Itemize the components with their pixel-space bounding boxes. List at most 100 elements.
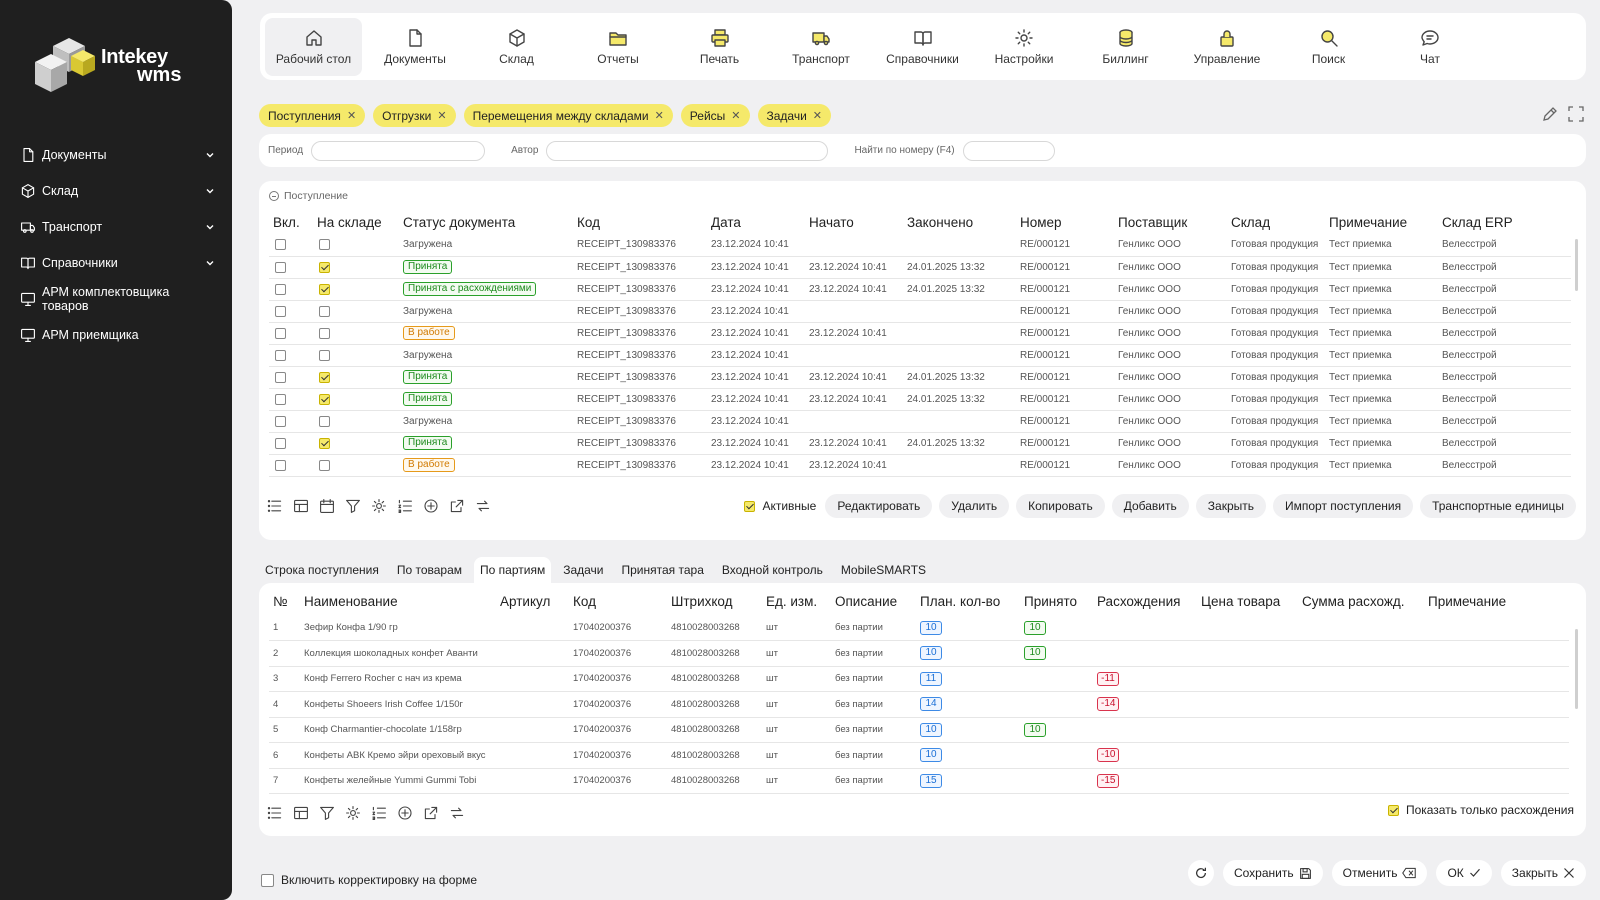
action-button-1[interactable]: Удалить <box>939 494 1010 518</box>
table-row[interactable]: Принята RECEIPT_130983376 23.12.2024 10:41… <box>269 256 1571 279</box>
chevron-down-icon[interactable] <box>204 149 216 161</box>
period-input[interactable] <box>311 140 486 161</box>
show-only-diff-checkbox[interactable] <box>1387 804 1399 816</box>
table-row[interactable]: В работе RECEIPT_130983376 23.12.2024 10:4… <box>269 322 1571 345</box>
on-stock-checkbox[interactable] <box>319 371 330 383</box>
refresh-button[interactable] <box>1187 860 1214 886</box>
table-row[interactable]: Принята RECEIPT_130983376 23.12.2024 10:41… <box>269 366 1571 389</box>
on-stock-checkbox[interactable] <box>319 261 330 273</box>
on-stock-checkbox[interactable] <box>319 327 330 339</box>
ok-button[interactable]: ОК <box>1436 860 1492 886</box>
include-checkbox[interactable] <box>275 305 286 317</box>
filter-chip[interactable]: Перемещения между складами ✕ <box>463 104 673 127</box>
sidebar-item-1[interactable]: Склад <box>20 173 216 209</box>
sidebar-item-5[interactable]: АРМ приемщика <box>20 317 216 353</box>
column-header[interactable]: Склад ERP <box>1438 210 1571 234</box>
table-row[interactable]: Загружена RECEIPT_130983376 23.12.2024 10:… <box>269 234 1571 257</box>
table-row[interactable]: Принята RECEIPT_130983376 23.12.2024 10:41… <box>269 432 1571 455</box>
column-header[interactable]: Примечание <box>1325 210 1438 234</box>
filter-chip[interactable]: Задачи ✕ <box>757 104 832 127</box>
nav-item-3[interactable]: Отчеты <box>570 18 667 76</box>
action-button-2[interactable]: Копировать <box>1016 494 1105 518</box>
find-by-number-input[interactable] <box>962 140 1055 161</box>
nav-item-7[interactable]: Настройки <box>976 18 1073 76</box>
table-row[interactable]: Принята с расхождениями RECEIPT_130983376… <box>269 278 1571 301</box>
column-header[interactable]: Номер <box>1016 210 1114 234</box>
nav-item-0[interactable]: Рабочий стол <box>265 17 362 76</box>
column-header[interactable]: Статус документа <box>399 210 573 234</box>
table-row[interactable]: В работе RECEIPT_130983376 23.12.2024 10:4… <box>269 454 1571 477</box>
column-header[interactable]: Дата <box>707 210 805 234</box>
nav-item-11[interactable]: Чат <box>1382 18 1479 76</box>
column-header[interactable]: Вкл. <box>269 210 313 234</box>
numbered-list-icon[interactable] <box>397 498 413 514</box>
sidebar-item-3[interactable]: Справочники <box>20 245 216 281</box>
nav-item-6[interactable]: Справочники <box>874 18 971 76</box>
filter-icon[interactable] <box>345 498 361 514</box>
column-header[interactable]: Закончено <box>903 210 1016 234</box>
on-stock-checkbox[interactable] <box>319 305 330 317</box>
fullscreen-icon[interactable] <box>1568 106 1584 122</box>
sidebar-item-2[interactable]: Транспорт <box>20 209 216 245</box>
table-icon[interactable] <box>293 805 309 821</box>
column-header[interactable]: Начато <box>805 210 903 234</box>
column-header[interactable]: Сумма расхожд. <box>1298 587 1424 615</box>
action-button-5[interactable]: Импорт поступления <box>1272 494 1414 518</box>
column-header[interactable]: Код <box>569 587 667 615</box>
nav-item-2[interactable]: Склад <box>468 18 565 76</box>
on-stock-checkbox[interactable] <box>319 415 330 427</box>
column-header[interactable]: Примечание <box>1424 587 1569 615</box>
include-checkbox[interactable] <box>275 459 286 471</box>
nav-item-4[interactable]: Печать <box>671 18 768 76</box>
table-icon[interactable] <box>293 498 309 514</box>
settings-icon[interactable] <box>345 805 361 821</box>
column-header[interactable]: Штрихкод <box>667 587 762 615</box>
close-button[interactable]: Закрыть <box>1500 860 1586 886</box>
on-stock-checkbox[interactable] <box>319 437 330 449</box>
column-header[interactable]: Принято <box>1020 587 1093 615</box>
include-checkbox[interactable] <box>275 283 286 295</box>
numbered-list-icon[interactable] <box>371 805 387 821</box>
filter-icon[interactable] <box>319 805 335 821</box>
export-icon[interactable] <box>449 498 465 514</box>
nav-item-1[interactable]: Документы <box>367 18 464 76</box>
sync-icon[interactable] <box>475 498 491 514</box>
collapse-icon[interactable] <box>269 191 279 201</box>
column-header[interactable]: План. кол-во <box>916 587 1020 615</box>
column-header[interactable]: Поставщик <box>1114 210 1227 234</box>
receipts-scrollbar[interactable] <box>1575 239 1578 291</box>
active-toggle[interactable]: Активные <box>742 499 816 513</box>
table-row[interactable]: 2 Коллекция шоколадных конфет Аванти 17040… <box>269 640 1569 667</box>
on-stock-checkbox[interactable] <box>319 393 330 405</box>
table-row[interactable]: Загружена RECEIPT_130983376 23.12.2024 10:… <box>269 410 1571 433</box>
cancel-button[interactable]: Отменить <box>1331 860 1428 886</box>
include-checkbox[interactable] <box>275 261 286 273</box>
on-stock-checkbox[interactable] <box>319 349 330 361</box>
action-button-6[interactable]: Транспортные единицы <box>1420 494 1576 518</box>
filter-chip[interactable]: Поступления ✕ <box>259 104 366 127</box>
column-header[interactable]: Наименование <box>300 587 496 615</box>
tab-6[interactable]: MobileSMARTS <box>835 557 932 583</box>
active-checkbox[interactable] <box>744 500 756 512</box>
edit-icon[interactable] <box>1542 106 1558 122</box>
include-checkbox[interactable] <box>275 371 286 383</box>
table-row[interactable]: 1 Зефир Конфа 1/90 гр 17040200376 481002800… <box>269 615 1569 641</box>
column-header[interactable]: Описание <box>831 587 916 615</box>
add-circle-icon[interactable] <box>397 805 413 821</box>
chip-close-icon[interactable]: ✕ <box>655 109 664 122</box>
include-checkbox[interactable] <box>275 349 286 361</box>
table-row[interactable]: 7 Конфеты желейные Yummi Gummi Tobi 170402… <box>269 768 1569 794</box>
sidebar-item-0[interactable]: Документы <box>20 137 216 173</box>
on-stock-checkbox[interactable] <box>319 283 330 295</box>
filter-chip[interactable]: Рейсы ✕ <box>680 104 750 127</box>
logo[interactable]: Intekey wms <box>33 38 181 94</box>
action-button-4[interactable]: Закрыть <box>1195 494 1266 518</box>
chip-close-icon[interactable]: ✕ <box>731 109 740 122</box>
table-row[interactable]: Принята RECEIPT_130983376 23.12.2024 10:41… <box>269 388 1571 411</box>
calendar-icon[interactable] <box>319 498 335 514</box>
nav-item-5[interactable]: Транспорт <box>773 18 870 76</box>
list-icon[interactable] <box>267 805 283 821</box>
column-header[interactable]: На складе <box>313 210 399 234</box>
table-row[interactable]: Загружена RECEIPT_130983376 23.12.2024 10:… <box>269 344 1571 367</box>
export-icon[interactable] <box>423 805 439 821</box>
